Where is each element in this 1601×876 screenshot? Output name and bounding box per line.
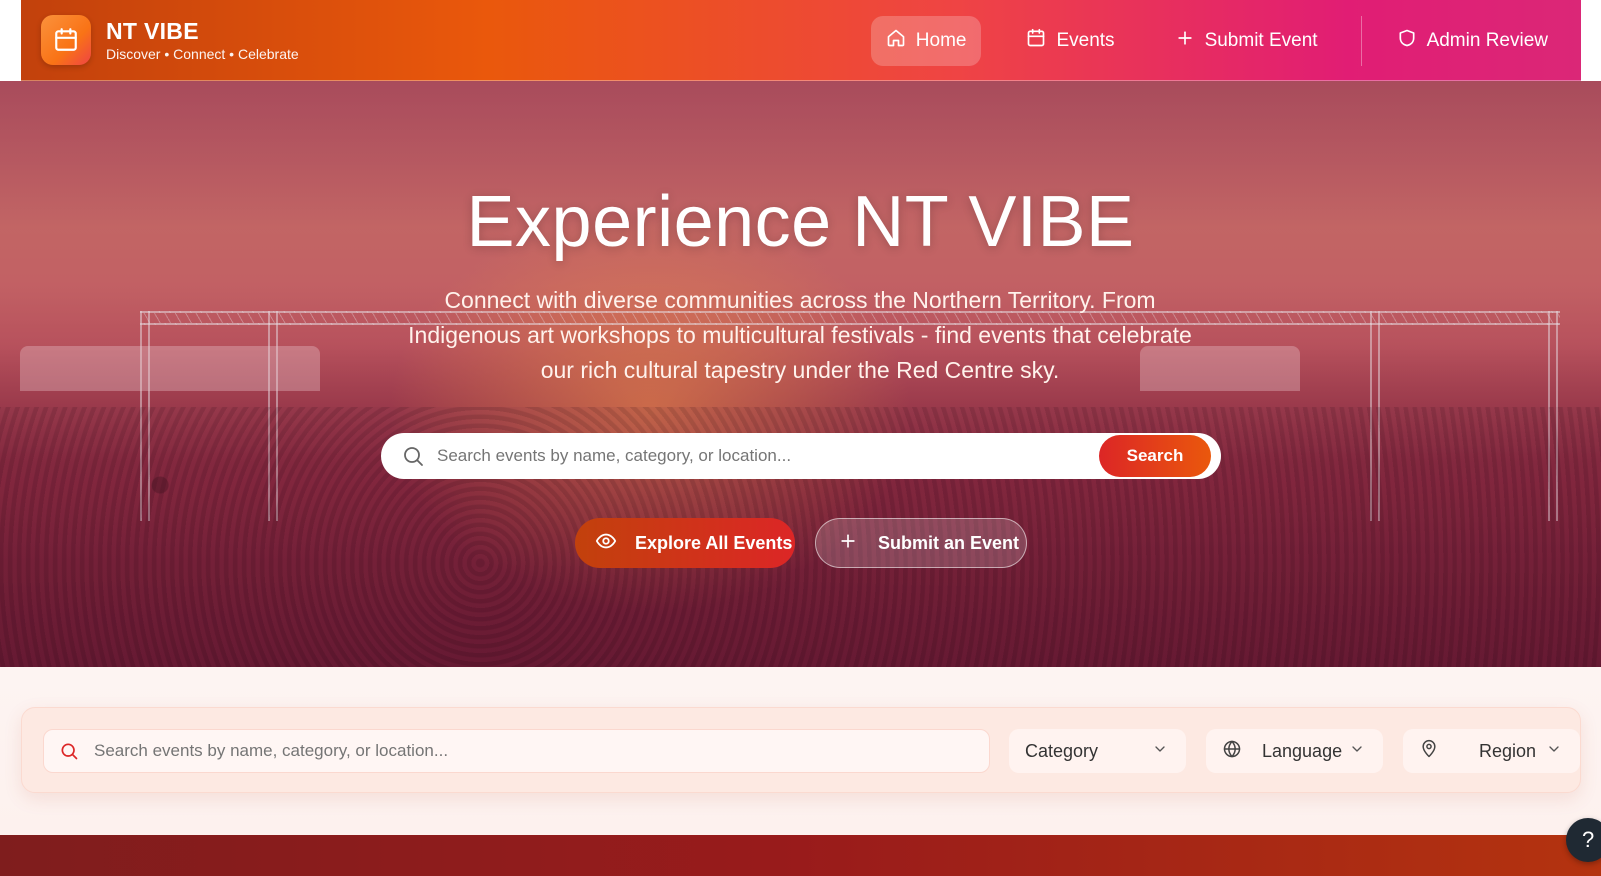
filter-search-input[interactable] — [94, 741, 989, 761]
hero-title: Experience NT VIBE — [466, 182, 1135, 262]
nav-divider — [1360, 15, 1362, 66]
region-select[interactable]: Region — [1403, 729, 1580, 773]
map-pin-icon — [1419, 739, 1439, 764]
language-select[interactable]: Language — [1206, 729, 1383, 773]
category-select[interactable]: Category — [1009, 729, 1186, 773]
chevron-down-icon — [1546, 741, 1562, 762]
chevron-down-icon — [1349, 741, 1365, 762]
nav-admin-review[interactable]: Admin Review — [1382, 16, 1563, 66]
home-icon — [886, 28, 906, 54]
explore-all-events-button[interactable]: Explore All Events — [575, 518, 795, 568]
nav-submit-event[interactable]: Submit Event — [1160, 16, 1333, 66]
globe-icon — [1222, 739, 1242, 764]
calendar-icon — [1026, 28, 1046, 54]
top-navbar: NT VIBE Discover • Connect • Celebrate H… — [21, 0, 1581, 81]
hero-section: Experience NT VIBE Connect with diverse … — [0, 81, 1601, 667]
hero-description: Connect with diverse communities across … — [408, 287, 1192, 383]
category-select-label: Category — [1025, 740, 1099, 761]
festival-tent — [20, 346, 320, 391]
region-select-label: Region — [1479, 740, 1537, 761]
language-select-label: Language — [1262, 740, 1343, 761]
search-icon — [59, 741, 79, 761]
hero-search-bar: Search — [381, 433, 1221, 479]
explore-label: Explore All Events — [635, 532, 793, 553]
brand-tagline: Discover • Connect • Celebrate — [106, 46, 299, 62]
chevron-down-icon — [1152, 741, 1168, 762]
plus-icon — [1175, 28, 1195, 54]
plus-icon — [838, 531, 858, 556]
filter-card: Category Language — [21, 707, 1581, 793]
help-label: ? — [1582, 827, 1595, 852]
nav-admin-label: Admin Review — [1426, 29, 1548, 51]
main-nav: Home Events Submit Event Admin Review — [870, 0, 1581, 81]
brand[interactable]: NT VIBE Discover • Connect • Celebrate — [41, 15, 299, 65]
nav-events[interactable]: Events — [1011, 16, 1129, 66]
eye-icon — [595, 530, 617, 557]
submit-label: Submit an Event — [878, 532, 1020, 553]
hero-search-button[interactable]: Search — [1099, 435, 1211, 477]
brand-title: NT VIBE — [106, 18, 199, 44]
nav-submit-label: Submit Event — [1204, 29, 1318, 51]
filter-search-bar — [43, 729, 990, 773]
search-icon — [401, 444, 425, 468]
filter-section: Category Language — [0, 667, 1601, 835]
nav-home-label: Home — [915, 29, 967, 51]
hero-search-input[interactable] — [437, 446, 1099, 466]
nav-events-label: Events — [1056, 29, 1115, 51]
submit-an-event-button[interactable]: Submit an Event — [815, 518, 1027, 568]
calendar-icon — [41, 15, 91, 65]
footer-section — [0, 835, 1601, 876]
shield-icon — [1397, 28, 1417, 54]
nav-home[interactable]: Home — [870, 15, 982, 66]
